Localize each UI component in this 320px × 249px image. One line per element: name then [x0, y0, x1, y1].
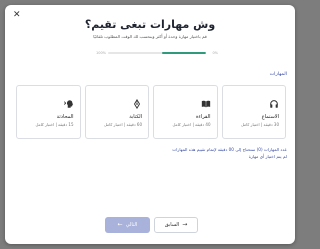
skill-card-meta: 15 دقيقة | اختبار كامل: [35, 122, 74, 127]
skills-section-label: المهارات: [269, 72, 287, 77]
modal-subtitle: قم باختيار مهارة وحدة أو أكثر وبنحسب لك …: [93, 34, 207, 39]
progress-min-label: 0%: [212, 51, 218, 55]
headphones-icon: [269, 94, 279, 108]
skill-cards: الاستماع 30 دقيقة | اختبار كامل القراءة …: [16, 85, 286, 139]
previous-button[interactable]: → السابق: [154, 217, 198, 233]
skill-card-name: الاستماع: [261, 114, 279, 120]
skill-card-meta: 30 دقيقة | اختبار كامل: [240, 122, 279, 127]
arrow-left-icon: ←: [117, 221, 123, 228]
previous-button-label: السابق: [164, 222, 180, 228]
progress-max-label: 100%: [96, 51, 107, 55]
skill-card-meta: 60 دقيقة | اختبار كامل: [103, 122, 142, 127]
arrow-right-icon: →: [182, 221, 188, 228]
no-skill-selected-note: لم يتم اختيار أي مهارة: [248, 154, 287, 159]
next-button-label: التالي: [125, 222, 138, 228]
skill-card-speaking[interactable]: المحادثة 15 دقيقة | اختبار كامل: [16, 85, 81, 139]
skill-card-writing[interactable]: الكتابة 60 دقيقة | اختبار كامل: [84, 85, 149, 139]
progress-fill: [161, 52, 206, 54]
skill-card-meta: 40 دقيقة | اختبار كامل: [172, 122, 211, 127]
selected-skills-summary: عدد المهارات (0) ستحتاج إلى 00 دقيقة لإت…: [172, 147, 287, 152]
skill-card-name: القراءة: [195, 114, 211, 120]
pen-icon: [132, 94, 142, 110]
skill-card-name: الكتابة: [129, 114, 142, 120]
skill-card-name: المحادثة: [56, 114, 74, 120]
speaking-head-icon: [63, 94, 74, 108]
progress-bar: 100% 0%: [96, 50, 218, 58]
skills-modal: ✕ وش مهارات تبغى تقيم؟ قم باختيار مهارة …: [5, 5, 295, 244]
modal-title: وش مهارات تبغى تقيم؟: [84, 18, 216, 31]
progress-track: [108, 52, 206, 54]
book-icon: [201, 94, 211, 108]
skill-card-reading[interactable]: القراءة 40 دقيقة | اختبار كامل: [153, 85, 218, 139]
next-button[interactable]: التالي ←: [105, 217, 150, 233]
skill-card-listening[interactable]: الاستماع 30 دقيقة | اختبار كامل: [221, 85, 286, 139]
